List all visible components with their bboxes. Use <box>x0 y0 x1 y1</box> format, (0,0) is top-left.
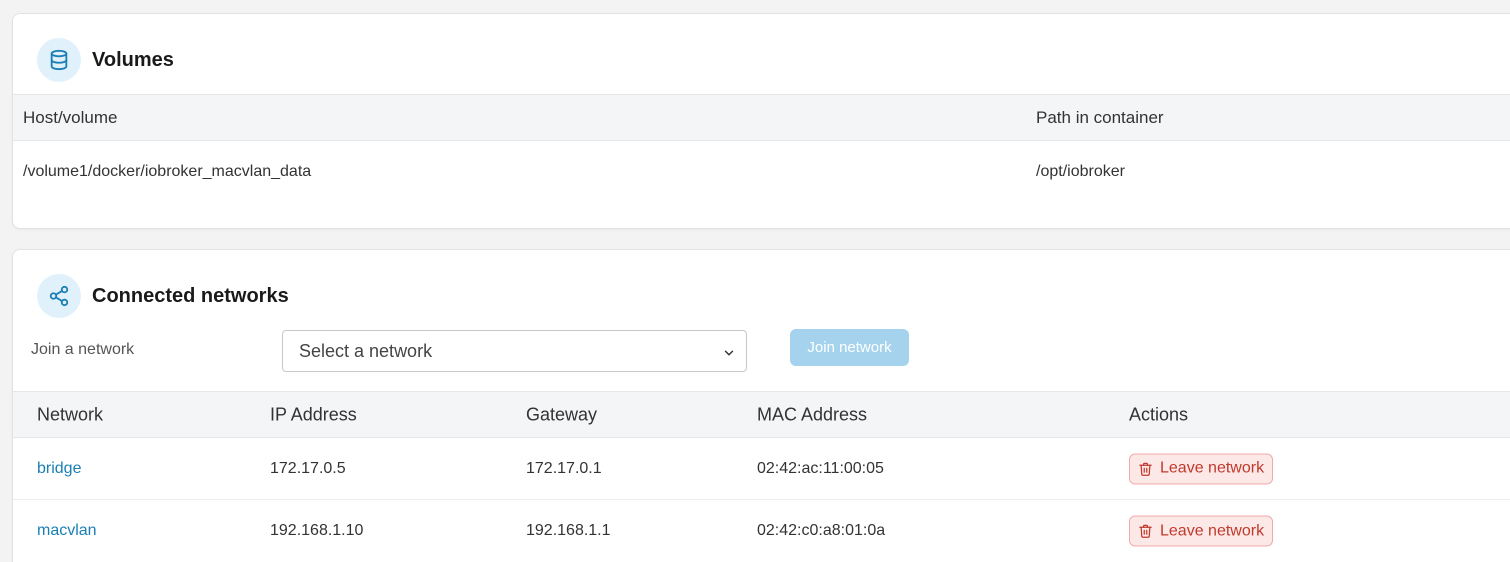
column-gateway: Gateway <box>526 404 598 424</box>
trash-icon <box>1139 524 1152 538</box>
join-network-button[interactable]: Join network <box>790 329 909 366</box>
network-link-bridge[interactable]: bridge <box>37 460 81 478</box>
column-host-volume: Host/volume <box>23 107 118 127</box>
network-select-value: Select a network <box>299 340 433 361</box>
mac-address-value: 02:42:ac:11:00:05 <box>757 459 884 477</box>
leave-network-button[interactable]: Leave network <box>1129 515 1274 547</box>
mac-address-value: 02:42:c0:a8:01:0a <box>757 522 886 539</box>
networks-title: Connected networks <box>92 284 289 307</box>
volumes-card: Volumes Host/volume Path in container /v… <box>12 13 1510 229</box>
gateway-value: 192.168.1.1 <box>526 522 611 539</box>
column-network: Network <box>37 404 104 424</box>
database-icon <box>37 38 81 82</box>
network-link-macvlan[interactable]: macvlan <box>37 522 97 540</box>
column-path-in-container: Path in container <box>1036 107 1164 127</box>
leave-network-label: Leave network <box>1160 459 1265 477</box>
ip-address-value: 172.17.0.5 <box>270 459 346 477</box>
container-path-value: /opt/iobroker <box>1036 163 1125 180</box>
leave-network-button[interactable]: Leave network <box>1129 453 1274 484</box>
table-row: /volume1/docker/iobroker_macvlan_data /o… <box>13 141 1510 203</box>
networks-header: Connected networks <box>37 274 289 318</box>
volumes-table-header: Host/volume Path in container <box>13 94 1510 141</box>
share-icon <box>37 274 81 318</box>
leave-network-label: Leave network <box>1160 522 1265 539</box>
network-select[interactable]: Select a network <box>282 330 747 372</box>
column-actions: Actions <box>1129 404 1189 424</box>
networks-table-header: Network IP Address Gateway MAC Address A… <box>13 391 1510 438</box>
column-ip-address: IP Address <box>270 404 357 424</box>
chevron-down-icon <box>722 344 736 365</box>
networks-card: Connected networks Join a network Select… <box>12 249 1510 562</box>
gateway-value: 172.17.0.1 <box>526 459 602 477</box>
volumes-header: Volumes <box>37 38 174 82</box>
trash-icon <box>1139 462 1152 476</box>
volumes-title: Volumes <box>92 48 174 71</box>
join-network-label: Join a network <box>31 341 135 358</box>
column-mac-address: MAC Address <box>757 404 868 424</box>
host-volume-value: /volume1/docker/iobroker_macvlan_data <box>23 163 312 180</box>
table-row: macvlan 192.168.1.10 192.168.1.1 02:42:c… <box>13 500 1510 562</box>
ip-address-value: 192.168.1.10 <box>270 522 364 539</box>
table-row: bridge 172.17.0.5 172.17.0.1 02:42:ac:11… <box>13 438 1510 500</box>
